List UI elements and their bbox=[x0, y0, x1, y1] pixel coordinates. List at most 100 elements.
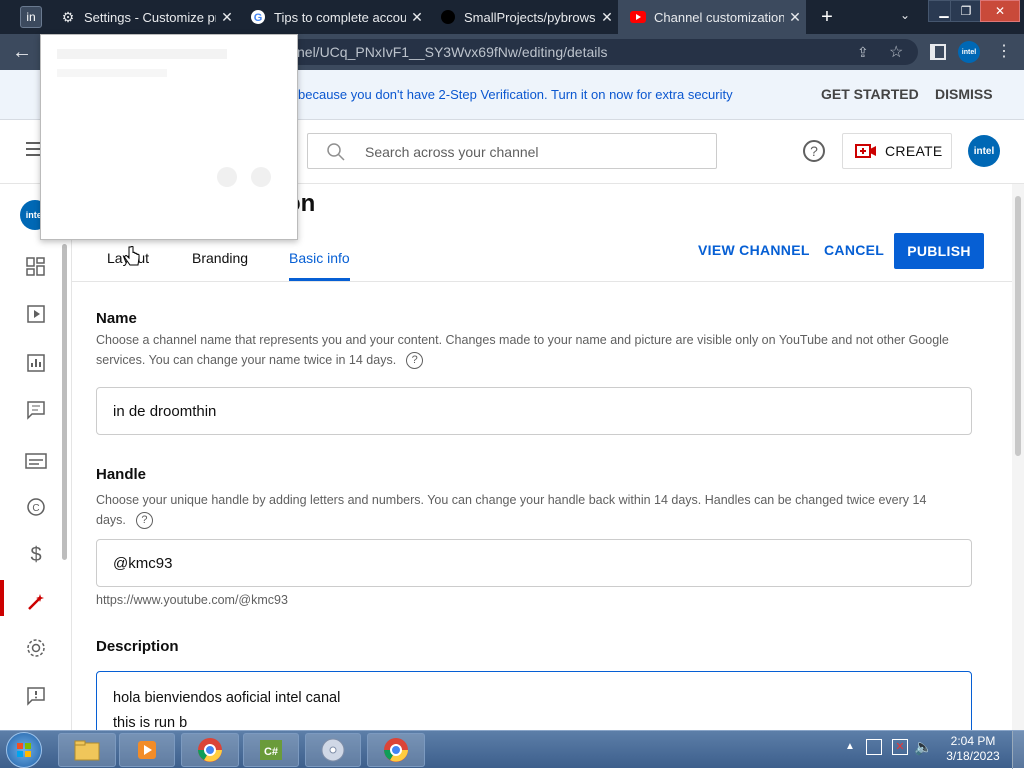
handle-help-icon[interactable]: ? bbox=[135, 512, 153, 530]
share-icon[interactable]: ⇪ bbox=[857, 44, 875, 62]
name-help: Choose a channel name that represents yo… bbox=[96, 330, 956, 370]
tab-channel-customization[interactable]: Channel customization ✕ bbox=[618, 0, 806, 34]
scrollbar-thumb[interactable] bbox=[1015, 196, 1021, 456]
svg-text:C#: C# bbox=[264, 746, 278, 758]
hand-cursor-icon bbox=[124, 246, 140, 266]
comments-icon[interactable] bbox=[24, 398, 48, 422]
dismiss-button[interactable]: DISMISS bbox=[935, 86, 993, 102]
search-placeholder: Search across your channel bbox=[365, 144, 539, 160]
earn-dollar-icon[interactable]: $ bbox=[24, 543, 48, 567]
description-line: this is run b bbox=[113, 715, 188, 730]
tab-tips[interactable]: G Tips to complete accou ✕ bbox=[238, 0, 428, 34]
tab-github[interactable]: SmallProjects/pybrowse ✕ bbox=[428, 0, 618, 34]
volume-icon[interactable]: 🔈 bbox=[914, 738, 933, 756]
close-window-button[interactable]: ✕ bbox=[980, 0, 1020, 22]
banner-message: because you don't have 2-Step Verificati… bbox=[298, 87, 733, 102]
media-player-icon bbox=[138, 741, 156, 759]
google-icon: G bbox=[250, 9, 266, 25]
bookmark-star-icon[interactable]: ☆ bbox=[889, 42, 907, 61]
handle-url: https://www.youtube.com/@kmc93 bbox=[96, 593, 288, 607]
handle-field[interactable]: @kmc93 bbox=[96, 539, 972, 587]
show-desktop-button[interactable] bbox=[1012, 731, 1024, 769]
active-nav-indicator bbox=[0, 580, 4, 616]
disc-burner-taskbar-button[interactable] bbox=[305, 733, 361, 767]
tab-basic-info[interactable]: Basic info bbox=[289, 250, 350, 266]
search-icon bbox=[327, 143, 345, 161]
close-icon[interactable]: ✕ bbox=[406, 9, 428, 26]
handle-help: Choose your unique handle by adding lett… bbox=[96, 490, 956, 530]
view-channel-button[interactable]: VIEW CHANNEL bbox=[698, 242, 810, 258]
customization-wand-icon[interactable] bbox=[24, 590, 48, 614]
get-started-button[interactable]: GET STARTED bbox=[821, 86, 919, 102]
clock-date: 3/18/2023 bbox=[946, 749, 1000, 763]
name-help-icon[interactable]: ? bbox=[406, 352, 424, 370]
tab-title: Settings - Customize pr bbox=[84, 9, 216, 25]
chrome-icon bbox=[198, 738, 222, 762]
tab-branding[interactable]: Branding bbox=[192, 250, 248, 266]
create-label: CREATE bbox=[885, 143, 943, 159]
back-arrow-icon[interactable]: ← bbox=[12, 40, 34, 64]
page-scrollbar[interactable] bbox=[1012, 184, 1024, 730]
clock[interactable]: 2:04 PM 3/18/2023 bbox=[940, 734, 1006, 764]
publish-button[interactable]: PUBLISH bbox=[894, 233, 984, 269]
popup-placeholder bbox=[217, 167, 237, 187]
clock-time: 2:04 PM bbox=[950, 734, 996, 748]
chrome-intel-taskbar-button[interactable] bbox=[181, 733, 239, 767]
folder-icon bbox=[74, 740, 100, 761]
chrome-icon bbox=[384, 738, 408, 762]
svg-text:G: G bbox=[254, 12, 263, 24]
name-field[interactable]: in de droomthin bbox=[96, 387, 972, 435]
tab-divider bbox=[72, 281, 1012, 282]
create-button[interactable]: CREATE bbox=[842, 133, 952, 169]
chrome-taskbar-button[interactable] bbox=[367, 733, 425, 767]
close-icon[interactable]: ✕ bbox=[596, 9, 618, 26]
description-label: Description bbox=[96, 638, 179, 655]
side-panel-icon[interactable] bbox=[930, 44, 946, 60]
restore-button[interactable]: ❐ bbox=[950, 0, 982, 22]
rail-scrollbar[interactable] bbox=[62, 244, 67, 560]
create-video-icon bbox=[855, 144, 876, 158]
network-icon[interactable] bbox=[866, 739, 882, 755]
main-content: ation Layout Branding Basic info VIEW CH… bbox=[72, 184, 1012, 730]
subtitles-icon[interactable] bbox=[24, 449, 48, 473]
file-explorer-taskbar-button[interactable] bbox=[58, 733, 116, 767]
handle-help-text: Choose your unique handle by adding lett… bbox=[96, 493, 927, 527]
tab-title: SmallProjects/pybrowse bbox=[464, 9, 596, 25]
description-line: hola bienviendos aoficial intel canal bbox=[113, 690, 341, 706]
popup-panel[interactable] bbox=[40, 34, 298, 240]
tray-expand-icon[interactable]: ▲ bbox=[845, 741, 855, 752]
tab-title: Channel customization bbox=[654, 9, 784, 25]
account-avatar[interactable]: intel bbox=[968, 135, 1000, 167]
profile-avatar[interactable]: intel bbox=[958, 41, 980, 63]
start-button[interactable] bbox=[6, 732, 42, 768]
close-icon[interactable]: ✕ bbox=[216, 9, 238, 26]
copyright-icon[interactable]: C bbox=[24, 495, 48, 519]
close-icon[interactable]: ✕ bbox=[784, 9, 806, 26]
media-player-taskbar-button[interactable] bbox=[119, 733, 175, 767]
profile-badge[interactable]: in bbox=[20, 6, 42, 28]
csharp-taskbar-button[interactable]: C# bbox=[243, 733, 299, 767]
cancel-button[interactable]: CANCEL bbox=[824, 242, 884, 258]
settings-gear-icon[interactable] bbox=[24, 636, 48, 660]
tab-title: Tips to complete accou bbox=[274, 9, 406, 25]
help-icon[interactable]: ? bbox=[803, 140, 825, 162]
browser-menu-icon[interactable]: ⋮ bbox=[996, 42, 1012, 62]
tab-search-chevron-icon[interactable]: ⌄ bbox=[896, 8, 914, 26]
search-box[interactable]: Search across your channel bbox=[307, 133, 717, 169]
new-tab-button[interactable]: + bbox=[816, 6, 838, 28]
action-center-icon[interactable]: ✕ bbox=[892, 739, 908, 755]
dashboard-icon[interactable] bbox=[24, 255, 48, 279]
analytics-icon[interactable] bbox=[24, 351, 48, 375]
windows-logo-icon bbox=[17, 743, 31, 757]
svg-text:C: C bbox=[32, 503, 39, 514]
youtube-icon bbox=[630, 9, 646, 25]
disc-icon bbox=[321, 738, 345, 762]
name-label: Name bbox=[96, 310, 137, 327]
description-field[interactable]: hola bienviendos aoficial intel canal th… bbox=[96, 671, 972, 730]
feedback-icon[interactable] bbox=[24, 684, 48, 708]
name-help-text: Choose a channel name that represents yo… bbox=[96, 333, 949, 367]
browser-tab-strip: in ⚙ Settings - Customize pr ✕ G Tips to… bbox=[0, 0, 1024, 34]
popup-placeholder bbox=[251, 167, 271, 187]
content-icon[interactable] bbox=[24, 302, 48, 326]
tab-settings[interactable]: ⚙ Settings - Customize pr ✕ bbox=[48, 0, 238, 34]
